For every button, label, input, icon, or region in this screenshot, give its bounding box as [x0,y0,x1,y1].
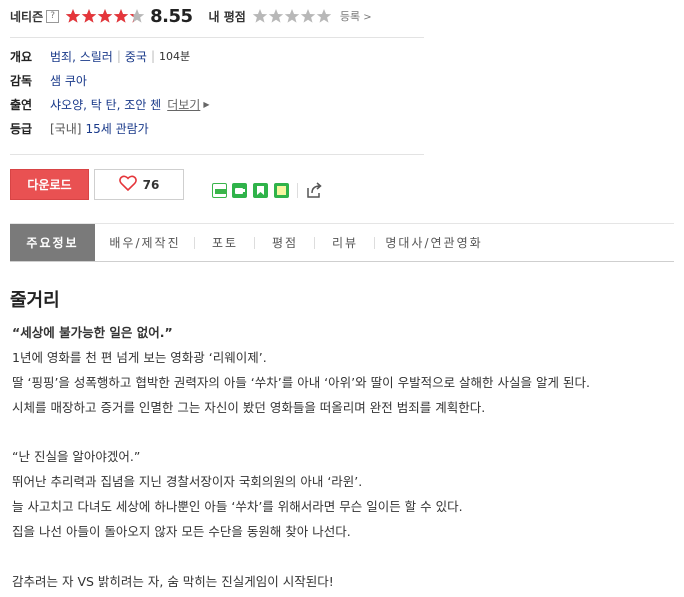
tab-3[interactable]: 평점 [255,224,315,261]
star-icon [129,8,145,24]
info-director: 감독 샘 쿠아 [10,71,87,89]
divider [10,37,424,38]
star-icon[interactable] [284,8,300,24]
netizen-label: 네티즌 [10,9,44,24]
tab-0[interactable]: 주요정보 [10,224,95,261]
synopsis-line: 뛰어난 추리력과 집념을 지닌 경찰서장이자 국회의원의 아내 ‘라윈’. [12,474,363,489]
star-icon[interactable] [300,8,316,24]
bookmark-share-icon[interactable] [253,183,268,198]
grade-prefix: [국내] [50,121,82,136]
director-link[interactable]: 샘 쿠아 [50,72,87,89]
star-icon [81,8,97,24]
separator: | [116,49,121,63]
synopsis-line: 딸 ‘핑핑’을 성폭행하고 협박한 권력자의 아들 ‘쑤차’를 아내 ‘아위’와… [12,375,590,390]
tab-label: 명대사/연관영화 [385,236,483,250]
genre-link[interactable]: 범죄, 스릴러 [50,48,113,65]
star-icon[interactable] [316,8,332,24]
divider [10,154,424,155]
share-icon[interactable] [305,182,323,199]
more-label: 더보기 [167,97,201,112]
heart-icon [118,175,137,194]
netizen-score: 8.55 [150,5,193,27]
star-icon[interactable] [252,8,268,24]
chevron-right-icon: > [360,12,372,23]
star-icon [113,8,129,24]
memo-share-icon[interactable] [274,183,289,198]
star-icon[interactable] [268,8,284,24]
tab-label: 평점 [271,236,299,250]
synopsis-line: 늘 사고치고 다녀도 세상에 하나뿐인 아들 ‘쑤차’를 위해서라면 무슨 일이… [12,499,463,514]
grade-label: 등급 [10,121,33,136]
info-cast: 출연 샤오양, 탁 탄, 조안 첸 더보기 ▶ [10,95,210,113]
cast-label: 출연 [10,97,33,112]
synopsis-tagline: “세상에 불가능한 일은 없어.” [12,325,173,340]
help-icon[interactable]: ? [46,9,60,23]
info-overview: 개요 범죄, 스릴러 | 중국 | 104분 [10,47,190,65]
like-button[interactable]: 76 [94,169,184,200]
synopsis-line: 시체를 매장하고 증거를 인멸한 그는 자신이 봤던 영화들을 떠올리며 완전 … [12,400,486,415]
tab-label: 포토 [211,236,239,250]
tab-1[interactable]: 배우/제작진 [95,224,195,261]
cafe-share-icon[interactable] [232,183,247,198]
tab-4[interactable]: 리뷰 [315,224,375,261]
info-grade: 등급 [국내] 15세 관람가 [10,119,149,137]
download-label: 다운로드 [27,178,72,192]
tab-bar: 주요정보 배우/제작진 포토 평점 리뷰 명대사/연관영화 [10,223,674,262]
overview-label: 개요 [10,49,33,64]
like-count: 76 [142,177,160,192]
cast-links[interactable]: 샤오양, 탁 탄, 조안 첸 [50,96,161,113]
synopsis-line: 집을 나선 아들이 돌아오지 않자 모든 수단을 동원해 찾아 나선다. [12,524,351,539]
my-rating-label: 내 평점 [208,9,246,24]
my-rating-stars[interactable] [252,8,332,24]
tab-label: 주요정보 [26,236,79,250]
grade-link[interactable]: 15세 관람가 [85,120,148,137]
runtime: 104분 [159,50,191,63]
star-icon [97,8,113,24]
country-link[interactable]: 중국 [125,48,147,65]
synopsis-heading: 줄거리 [10,290,60,311]
rating-row: 네티즌 ? 8.55 내 평점 등록 > [10,5,372,27]
tab-5[interactable]: 명대사/연관영화 [375,224,493,261]
star-icon [65,8,81,24]
register-link[interactable]: 등록 > [340,8,372,24]
tab-label: 배우/제작진 [109,236,181,250]
separator: | [150,49,156,63]
synopsis-line: 1년에 영화를 천 편 넘게 보는 영화광 ‘리웨이제’. [12,350,267,365]
director-label: 감독 [10,73,33,88]
register-label: 등록 [339,10,361,23]
download-button[interactable]: 다운로드 [10,169,89,200]
tab-label: 리뷰 [331,236,359,250]
blog-share-icon[interactable] [212,183,227,198]
synopsis-line: 감추려는 자 VS 밝히려는 자, 숨 막히는 진실게임이 시작된다! [12,574,334,589]
more-link[interactable]: 더보기 [167,96,200,113]
triangle-right-icon: ▶ [203,99,210,109]
synopsis-line: “난 진실을 알아야겠어.” [12,449,141,464]
netizen-stars [65,8,145,24]
tab-2[interactable]: 포토 [195,224,255,261]
share-divider [297,183,298,198]
